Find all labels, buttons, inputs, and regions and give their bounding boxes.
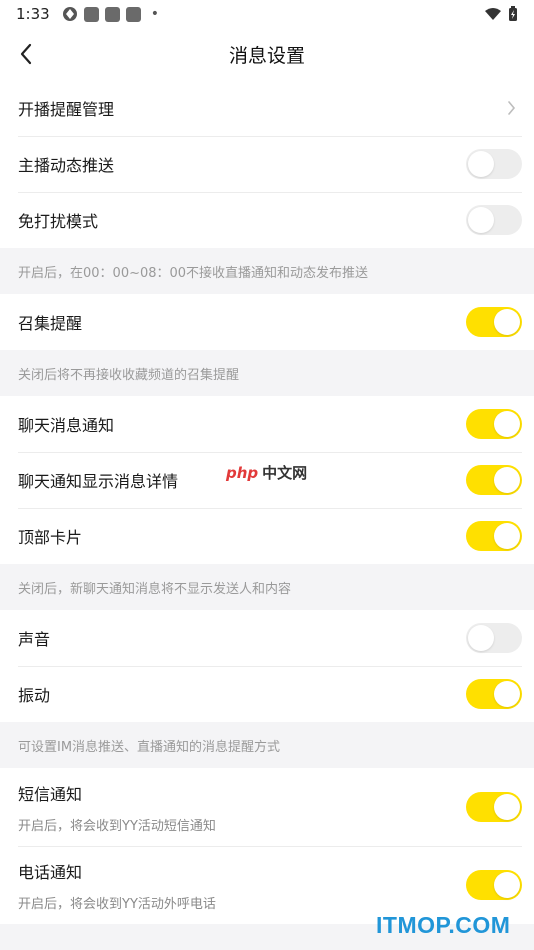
- row-label: 聊天消息通知: [18, 416, 115, 435]
- phone-notification-toggle[interactable]: [466, 870, 522, 900]
- wifi-icon: [485, 8, 501, 20]
- chat-notification-row: 聊天消息通知: [0, 396, 534, 452]
- sound-row: 声音: [0, 610, 534, 666]
- summon-note: 关闭后将不再接收收藏频道的召集提醒: [0, 350, 534, 396]
- row-label: 免打扰模式: [18, 212, 99, 231]
- notification-icon: [83, 6, 99, 22]
- toggle-knob: [494, 309, 520, 335]
- toggle-knob: [494, 794, 520, 820]
- app-icon: [62, 7, 77, 21]
- sms-notification-toggle[interactable]: [466, 792, 522, 822]
- vibration-row: 振动: [0, 666, 534, 722]
- row-label: 开播提醒管理: [18, 100, 115, 119]
- vibration-toggle[interactable]: [466, 679, 522, 709]
- row-label: 电话通知: [18, 862, 83, 882]
- page-title: 消息设置: [228, 44, 305, 67]
- row-description: 开启后，将会收到YY活动短信通知: [18, 818, 216, 834]
- chat-notification-toggle[interactable]: [466, 409, 522, 439]
- toggle-knob: [494, 523, 520, 549]
- live-reminder-management-row[interactable]: 开播提醒管理: [0, 80, 534, 136]
- row-label: 声音: [18, 630, 51, 649]
- toggle-knob: [468, 625, 494, 651]
- alert-note: 可设置IM消息推送、直播通知的消息提醒方式: [0, 722, 534, 768]
- more-notifications-icon: •: [150, 6, 159, 22]
- toggle-knob: [494, 467, 520, 493]
- settings-group-activity: 短信通知 开启后，将会收到YY活动短信通知 电话通知 开启后，将会收到YY活动外…: [0, 768, 534, 924]
- chevron-right-icon: [504, 101, 518, 115]
- row-label: 振动: [18, 686, 51, 705]
- settings-group-alert: 声音 振动: [0, 610, 534, 722]
- settings-group-summon: 召集提醒: [0, 294, 534, 350]
- status-bar: 1:33 •: [0, 0, 534, 28]
- settings-group-live: 开播提醒管理 主播动态推送 免打扰模式: [0, 80, 534, 248]
- notification-icon: [104, 6, 120, 22]
- row-label: 聊天通知显示消息详情: [18, 472, 179, 491]
- top-card-row: 顶部卡片: [0, 508, 534, 564]
- toggle-knob: [494, 872, 520, 898]
- toggle-knob: [468, 207, 494, 233]
- php-watermark: php 中文网: [226, 462, 307, 483]
- top-card-toggle[interactable]: [466, 521, 522, 551]
- watermark-cn-text: 中文网: [262, 464, 308, 482]
- row-label: 召集提醒: [18, 314, 83, 333]
- do-not-disturb-toggle[interactable]: [466, 205, 522, 235]
- back-button[interactable]: [12, 40, 40, 68]
- status-time: 1:33: [16, 5, 50, 23]
- chat-note: 关闭后，新聊天通知消息将不显示发送人和内容: [0, 564, 534, 610]
- row-description: 开启后，将会收到YY活动外呼电话: [18, 896, 216, 912]
- do-not-disturb-row: 免打扰模式: [0, 192, 534, 248]
- toggle-knob: [468, 151, 494, 177]
- nav-bar: 消息设置: [0, 28, 534, 80]
- chevron-left-icon: [20, 43, 32, 65]
- watermark-php-text: php: [226, 463, 259, 482]
- streamer-feed-push-toggle[interactable]: [466, 149, 522, 179]
- streamer-feed-push-row: 主播动态推送: [0, 136, 534, 192]
- summon-reminder-row: 召集提醒: [0, 294, 534, 350]
- do-not-disturb-note: 开启后，在00：00~08：00不接收直播通知和动态发布推送: [0, 248, 534, 294]
- row-label: 短信通知: [18, 784, 83, 804]
- row-label: 顶部卡片: [18, 528, 83, 547]
- sound-toggle[interactable]: [466, 623, 522, 653]
- summon-reminder-toggle[interactable]: [466, 307, 522, 337]
- toggle-knob: [494, 411, 520, 437]
- toggle-knob: [494, 681, 520, 707]
- battery-icon: [509, 6, 517, 21]
- notification-icon: [125, 6, 141, 22]
- sms-notification-row: 短信通知 开启后，将会收到YY活动短信通知: [0, 768, 534, 846]
- chat-detail-toggle[interactable]: [466, 465, 522, 495]
- itmop-watermark: ITMOP.COM: [376, 912, 511, 938]
- row-label: 主播动态推送: [18, 156, 115, 175]
- notification-icons: •: [62, 6, 159, 22]
